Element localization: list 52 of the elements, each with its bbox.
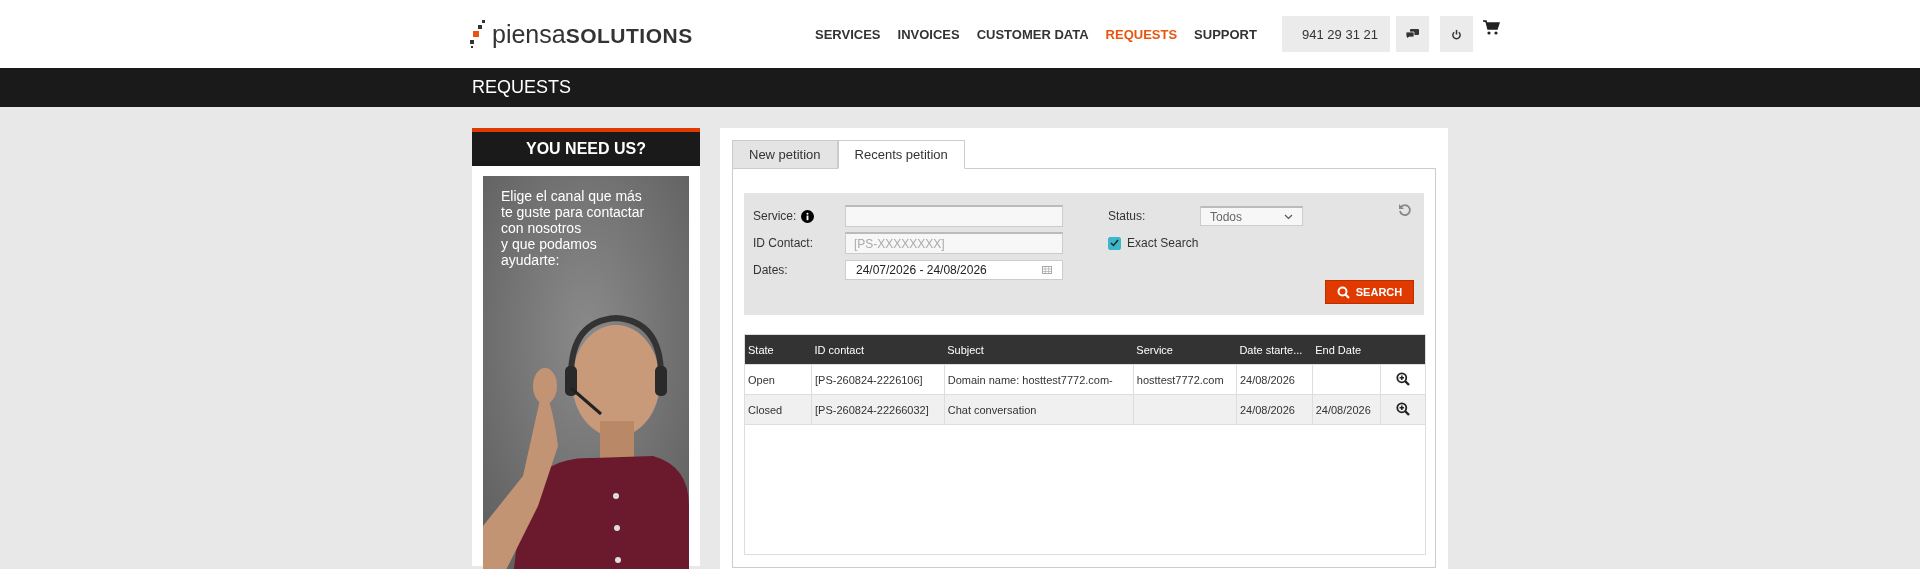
phone-button[interactable]: 941 29 31 21 bbox=[1281, 16, 1390, 52]
column-header: End Date bbox=[1312, 334, 1381, 365]
search-button[interactable]: SEARCH bbox=[1325, 280, 1414, 304]
column-header: Subject bbox=[944, 334, 1134, 365]
nav-link[interactable]: CUSTOMER DATA bbox=[976, 26, 1089, 42]
table-cell: 24/08/2026 bbox=[1239, 373, 1295, 386]
column-header: Date starte... bbox=[1236, 334, 1313, 365]
dates-field[interactable]: 24/07/2026 - 24/08/2026 bbox=[845, 260, 1063, 280]
field-label: Dates: bbox=[753, 263, 789, 277]
power-icon bbox=[1450, 28, 1462, 40]
zoom-in-icon[interactable] bbox=[1395, 371, 1410, 386]
id-contact-field[interactable]: [PS-XXXXXXXX] bbox=[845, 232, 1063, 254]
logo-dots-icon bbox=[470, 20, 488, 48]
table-cell: 24/08/2026 bbox=[1315, 403, 1371, 416]
checkbox[interactable] bbox=[1108, 236, 1121, 250]
table-cell: hosttest7772.com bbox=[1136, 373, 1224, 386]
table-cell: Closed bbox=[748, 403, 783, 416]
zoom-in-icon[interactable] bbox=[1395, 401, 1410, 416]
table-cell: Open bbox=[748, 373, 775, 386]
logo[interactable]: piensaSOLUTIONS bbox=[470, 19, 700, 49]
column-header: Service bbox=[1133, 334, 1237, 365]
chat-icon bbox=[1405, 28, 1419, 40]
nav-link[interactable]: INVOICES bbox=[897, 26, 960, 42]
field-label: ID Contact: bbox=[753, 236, 815, 250]
tab[interactable]: Recents petition bbox=[837, 140, 965, 169]
nav-link[interactable]: REQUESTS bbox=[1105, 26, 1178, 42]
sidebar-title: YOU NEED US? bbox=[472, 128, 700, 166]
field-label: Status: bbox=[1108, 209, 1147, 223]
table-cell: 24/08/2026 bbox=[1239, 403, 1295, 416]
power-button[interactable] bbox=[1439, 16, 1473, 52]
banner-text: Elige el canal que más te guste para contactar con nosotros y que podamos ayudarte: bbox=[501, 188, 645, 268]
checkbox-label: Exact Search bbox=[1127, 236, 1199, 250]
table-cell: Chat conversation bbox=[947, 403, 1037, 416]
calendar-icon bbox=[1042, 266, 1052, 274]
search-icon bbox=[1336, 285, 1350, 299]
nav-link[interactable]: SUPPORT bbox=[1194, 26, 1257, 42]
column-header: State bbox=[744, 334, 812, 365]
table-cell: [PS-260824-2226106] bbox=[815, 373, 923, 386]
service-field[interactable] bbox=[845, 205, 1063, 227]
table-cell: [PS-260824-22266032] bbox=[815, 403, 929, 416]
page-title: REQUESTS bbox=[472, 77, 572, 98]
status-select[interactable]: Todos bbox=[1200, 206, 1303, 226]
reset-icon[interactable] bbox=[1398, 203, 1412, 217]
table-cell: Domain name: hosttest7772.com- bbox=[947, 373, 1113, 386]
info-icon[interactable] bbox=[801, 209, 815, 223]
chat-button[interactable] bbox=[1395, 16, 1429, 52]
field-label: Service: bbox=[753, 209, 797, 223]
cart-icon[interactable] bbox=[1482, 19, 1500, 35]
tab[interactable]: New petition bbox=[732, 140, 838, 169]
column-header: ID contact bbox=[811, 334, 945, 365]
chevron-down-icon bbox=[1284, 213, 1293, 220]
nav-link[interactable]: SERVICES bbox=[815, 26, 881, 42]
